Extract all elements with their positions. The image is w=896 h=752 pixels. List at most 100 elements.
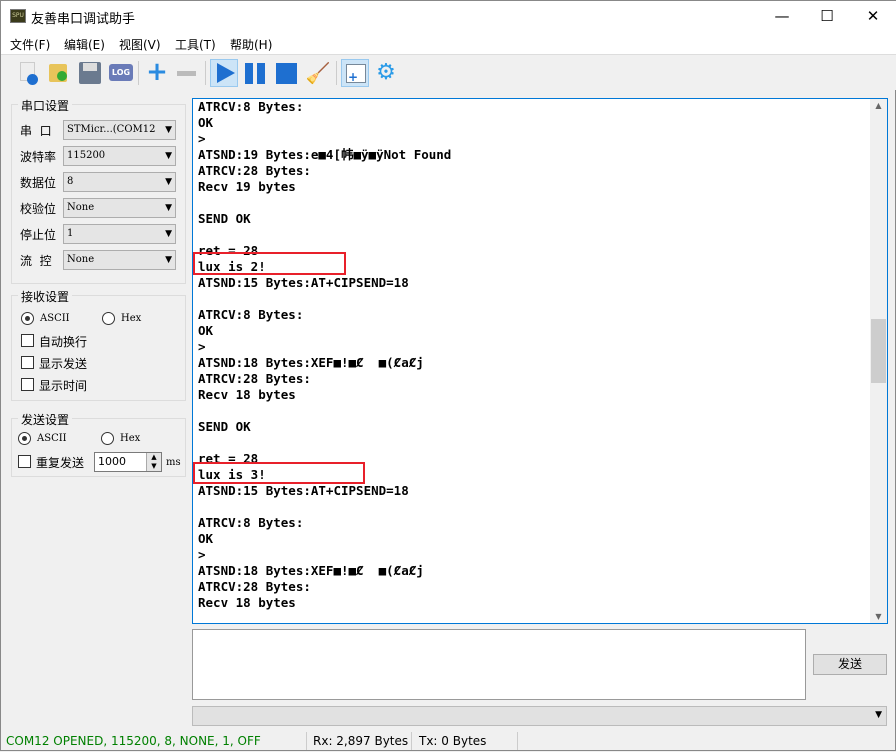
auto-wrap-label: 自动换行: [39, 335, 88, 349]
output-line: SEND OK: [198, 211, 251, 226]
rx-count: Rx: 2,897 Bytes: [313, 734, 409, 748]
vertical-scrollbar[interactable]: ▲ ▼: [870, 99, 887, 623]
data-bits-select[interactable]: 8 ▼: [63, 172, 176, 192]
connection-status: COM12 OPENED, 115200, 8, NONE, 1, OFF: [6, 734, 261, 748]
show-sent-checkbox[interactable]: [21, 356, 34, 369]
send-ascii-label: ASCII: [37, 433, 67, 444]
chevron-down-icon: ▼: [165, 203, 172, 213]
pause-icon[interactable]: [242, 59, 270, 87]
log-icon[interactable]: LOG: [107, 59, 135, 87]
menu-tools[interactable]: 工具(T): [175, 36, 216, 53]
send-hex-label: Hex: [120, 433, 141, 444]
parity-label: 校验位: [20, 202, 57, 216]
chevron-down-icon: ▼: [165, 255, 172, 265]
menu-edit[interactable]: 编辑(E): [64, 36, 105, 53]
new-file-icon[interactable]: [15, 59, 43, 87]
stop-bits-select[interactable]: 1 ▼: [63, 224, 176, 244]
baud-rate-select[interactable]: 115200 ▼: [63, 146, 176, 166]
flow-control-select[interactable]: None ▼: [63, 250, 176, 270]
send-hex-radio[interactable]: [101, 432, 114, 445]
receive-ascii-radio[interactable]: [21, 312, 34, 325]
repeat-send-checkbox[interactable]: [18, 455, 31, 468]
output-line: Recv 19 bytes: [198, 179, 296, 194]
port-label: 串 口: [20, 124, 52, 138]
scroll-up-icon[interactable]: ▲: [870, 101, 887, 110]
menu-file[interactable]: 文件(F): [10, 36, 50, 53]
port-select[interactable]: STMicr...(COM12 ▼: [63, 120, 176, 140]
chevron-down-icon: ▼: [165, 229, 172, 239]
send-button[interactable]: 发送: [813, 654, 887, 675]
title-bar: SPU 友善串口调试助手 — ☐ ✕: [1, 1, 896, 32]
auto-wrap-checkbox[interactable]: [21, 334, 34, 347]
output-line: OK: [198, 323, 214, 338]
data-bits-label: 数据位: [20, 176, 57, 190]
output-line: ATRCV:28 Bytes:: [198, 371, 311, 386]
output-line: Recv 18 bytes: [198, 595, 296, 610]
output-line: ATSND:15 Bytes:AT+CIPSEND=18: [198, 483, 409, 498]
output-line: >: [198, 131, 206, 146]
menu-view[interactable]: 视图(V): [119, 36, 161, 53]
highlight-box: [193, 252, 346, 275]
baud-rate-value: 115200: [67, 150, 106, 161]
output-line: ATRCV:8 Bytes:: [198, 515, 304, 530]
repeat-send-label: 重复发送: [36, 456, 85, 470]
show-sent-label: 显示发送: [39, 357, 88, 371]
interval-spinner[interactable]: ▲ ▼: [146, 453, 161, 471]
gear-icon[interactable]: ⚙: [372, 59, 400, 87]
output-line: OK: [198, 115, 214, 130]
stop-bits-value: 1: [67, 228, 74, 239]
output-line: >: [198, 339, 206, 354]
receive-settings-title: 接收设置: [18, 288, 73, 305]
interval-unit: ms: [166, 457, 181, 468]
output-line: >: [198, 547, 206, 562]
remove-icon[interactable]: [173, 59, 201, 87]
baud-rate-label: 波特率: [20, 150, 57, 164]
scroll-down-icon[interactable]: ▼: [870, 612, 887, 621]
receive-ascii-label: ASCII: [40, 313, 70, 324]
receive-hex-radio[interactable]: [102, 312, 115, 325]
serial-settings-title: 串口设置: [18, 97, 73, 114]
close-button[interactable]: ✕: [850, 1, 896, 32]
receive-output[interactable]: ATRCV:8 Bytes: OK > ATSND:19 Bytes:e■4[帏■ÿ■…: [192, 98, 888, 624]
flow-control-value: None: [67, 254, 95, 265]
show-time-label: 显示时间: [39, 379, 88, 393]
add-window-icon[interactable]: +: [341, 59, 369, 87]
minimize-button[interactable]: —: [759, 1, 805, 32]
tx-count: Tx: 0 Bytes: [419, 734, 487, 748]
save-icon[interactable]: [76, 59, 104, 87]
play-icon[interactable]: [210, 59, 238, 87]
data-bits-value: 8: [67, 176, 74, 187]
window-title: 友善串口调试助手: [31, 12, 136, 27]
menu-bar: 文件(F) 编辑(E) 视图(V) 工具(T) 帮助(H): [1, 32, 896, 54]
app-icon: SPU: [10, 9, 26, 23]
receive-settings-group: [11, 295, 186, 401]
maximize-button[interactable]: ☐: [804, 1, 850, 32]
chevron-down-icon: ▼: [165, 177, 172, 187]
output-text: ATRCV:8 Bytes: OK > ATSND:19 Bytes:e■4[帏■ÿ■…: [198, 99, 451, 611]
send-input[interactable]: [192, 629, 806, 700]
menu-help[interactable]: 帮助(H): [230, 36, 272, 53]
receive-hex-label: Hex: [121, 313, 142, 324]
open-folder-icon[interactable]: [45, 59, 73, 87]
output-line: ATRCV:8 Bytes:: [198, 307, 304, 322]
output-line: Recv 18 bytes: [198, 387, 296, 402]
send-ascii-radio[interactable]: [18, 432, 31, 445]
stop-bits-label: 停止位: [20, 228, 57, 242]
broom-clear-icon[interactable]: 🧹: [304, 59, 332, 87]
output-line: ATSND:18 Bytes:XEF■!■Ȼ ■(ȻaȻj: [198, 563, 424, 578]
highlight-box: [193, 462, 365, 484]
show-time-checkbox[interactable]: [21, 378, 34, 391]
parity-select[interactable]: None ▼: [63, 198, 176, 218]
send-history-dropdown[interactable]: ▼: [192, 706, 887, 726]
output-line: ATSND:15 Bytes:AT+CIPSEND=18: [198, 275, 409, 290]
status-bar: COM12 OPENED, 115200, 8, NONE, 1, OFF Rx…: [1, 730, 896, 752]
add-icon[interactable]: +: [143, 59, 171, 87]
output-line: ATSND:18 Bytes:XEF■!■Ȼ ■(ȻaȻj: [198, 355, 424, 370]
output-line: ATRCV:28 Bytes:: [198, 579, 311, 594]
scrollbar-thumb[interactable]: [871, 319, 886, 383]
stop-icon[interactable]: [273, 59, 301, 87]
